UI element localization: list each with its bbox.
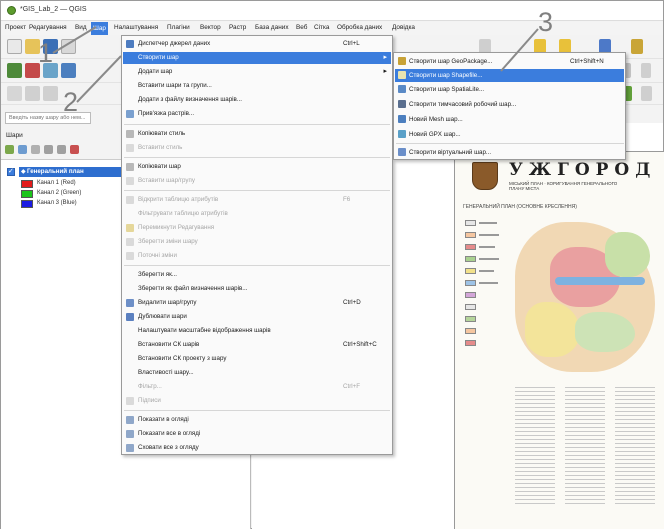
annotation-arrows — [52, 26, 539, 103]
annotation-arrow-3 — [500, 28, 539, 72]
annotation-arrow-2 — [76, 55, 122, 103]
qgis-window: *GIS_Lab_2 — QGIS Проект Редагування Вид… — [0, 0, 664, 529]
annotation-arrow-1 — [52, 26, 97, 54]
